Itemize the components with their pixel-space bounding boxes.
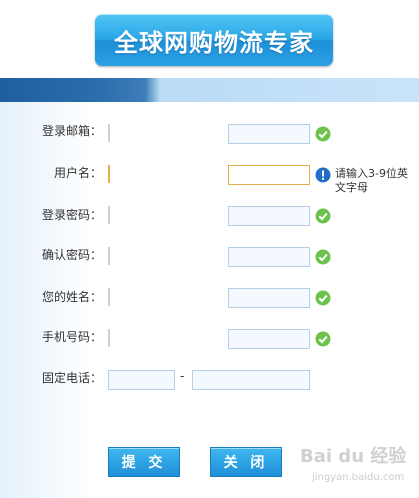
username-field-edge (108, 165, 110, 183)
area-code-field[interactable] (108, 370, 175, 390)
password-field[interactable] (228, 206, 310, 226)
banner-title: 全球网购物流专家 (95, 14, 333, 66)
full-name-label: 您的姓名： (41, 290, 102, 304)
watermark-logo: Bai du 经验 (300, 446, 407, 467)
info-circle-icon (315, 167, 331, 183)
landline-label: 固定电话： (41, 371, 102, 385)
submit-button[interactable]: 提 交 (108, 447, 180, 477)
username-field[interactable] (228, 165, 310, 185)
confirm-password-field[interactable] (228, 247, 310, 267)
mobile-label: 手机号码： (41, 330, 102, 344)
email-field-edge (108, 124, 110, 142)
username-hint: 请输入3-9位英文字母 (335, 167, 408, 194)
header-band (0, 78, 419, 102)
mobile-field[interactable] (228, 329, 310, 349)
password-label: 登录密码： (41, 208, 102, 222)
confirm-password-field-edge (108, 247, 110, 265)
password-field-edge (108, 206, 110, 224)
check-circle-icon (315, 290, 331, 306)
phone-separator: - (180, 369, 185, 383)
watermark-url: jingyan.baidu.com (312, 472, 405, 483)
check-circle-icon (315, 249, 331, 265)
full-name-field-edge (108, 288, 110, 306)
check-circle-icon (315, 208, 331, 224)
close-button[interactable]: 关 闭 (210, 447, 282, 477)
mobile-field-edge (108, 329, 110, 347)
username-label: 用户名： (53, 166, 102, 180)
landline-field[interactable] (192, 370, 310, 390)
full-name-field[interactable] (228, 288, 310, 308)
check-circle-icon (315, 126, 331, 142)
check-circle-icon (315, 331, 331, 347)
confirm-password-label: 确认密码： (41, 248, 102, 262)
email-field[interactable] (228, 124, 310, 144)
email-label: 登录邮箱： (41, 124, 102, 138)
